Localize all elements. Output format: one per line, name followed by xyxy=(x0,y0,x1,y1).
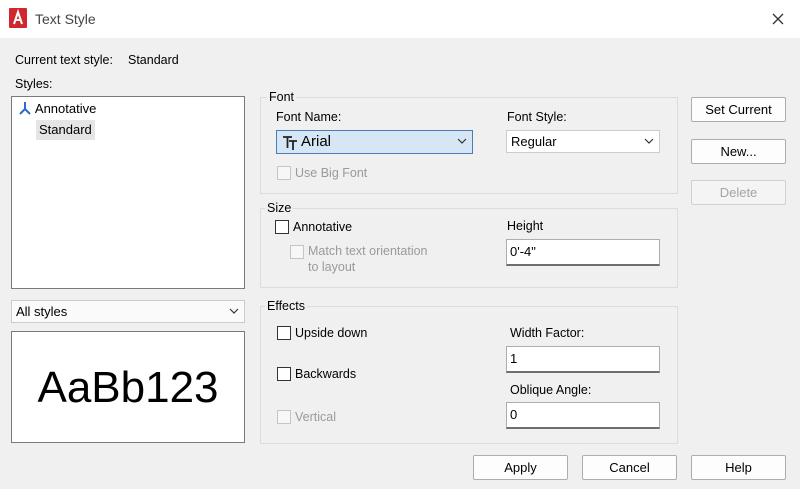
set-current-button[interactable]: Set Current xyxy=(691,97,786,122)
apply-button[interactable]: Apply xyxy=(473,455,568,480)
list-item[interactable]: Standard xyxy=(36,120,95,140)
size-group-title: Size xyxy=(265,201,294,215)
annotative-label: Annotative xyxy=(293,220,353,234)
window-title: Text Style xyxy=(35,11,96,27)
list-item-label: Annotative xyxy=(34,101,97,116)
delete-button[interactable]: Delete xyxy=(691,180,786,205)
upside-down-checkbox[interactable] xyxy=(277,326,291,340)
truetype-font-icon xyxy=(283,136,297,150)
annotative-checkbox[interactable] xyxy=(275,220,289,234)
font-style-label: Font Style: xyxy=(507,110,567,124)
height-input[interactable]: 0'-4" xyxy=(506,239,660,266)
match-orientation-checkbox[interactable] xyxy=(290,245,304,259)
width-factor-input[interactable]: 1 xyxy=(506,346,660,373)
current-style-value: Standard xyxy=(128,53,179,67)
effects-group-title: Effects xyxy=(265,299,307,313)
font-style-value: Regular xyxy=(511,134,557,149)
close-icon[interactable] xyxy=(766,7,790,31)
backwards-checkbox[interactable] xyxy=(277,367,291,381)
autocad-app-icon xyxy=(9,8,27,28)
list-item[interactable]: Annotative xyxy=(18,99,96,119)
chevron-down-icon xyxy=(229,308,239,314)
match-orientation-label-line2: to layout xyxy=(308,260,356,274)
chevron-down-icon xyxy=(644,138,654,144)
cancel-button[interactable]: Cancel xyxy=(582,455,677,480)
new-button[interactable]: New... xyxy=(691,139,786,164)
backwards-label: Backwards xyxy=(295,367,357,381)
height-label: Height xyxy=(507,219,544,233)
use-big-font-checkbox[interactable] xyxy=(277,166,291,180)
upside-down-label: Upside down xyxy=(295,326,368,340)
font-group-title: Font xyxy=(267,90,297,104)
title-bar: Text Style xyxy=(0,0,800,38)
font-style-select[interactable]: Regular xyxy=(506,130,660,153)
width-factor-label: Width Factor: xyxy=(510,326,585,340)
match-orientation-label: Match text orientation xyxy=(308,244,428,258)
styles-filter-value: All styles xyxy=(16,304,68,319)
vertical-label: Vertical xyxy=(295,410,336,424)
oblique-angle-label: Oblique Angle: xyxy=(510,383,592,397)
font-name-label: Font Name: xyxy=(276,110,342,124)
annotative-icon xyxy=(19,102,31,115)
help-button[interactable]: Help xyxy=(691,455,786,480)
list-item-label: Standard xyxy=(39,122,92,137)
styles-label: Styles: xyxy=(15,77,53,91)
font-name-select[interactable]: Arial xyxy=(276,130,473,154)
use-big-font-label: Use Big Font xyxy=(295,166,368,180)
vertical-checkbox[interactable] xyxy=(277,410,291,424)
styles-list[interactable]: Annotative Standard xyxy=(11,96,245,289)
chevron-down-icon xyxy=(457,138,467,144)
styles-filter-select[interactable]: All styles xyxy=(11,300,245,323)
font-name-value: Arial xyxy=(301,133,332,150)
style-preview: AaBb123 xyxy=(11,331,245,443)
oblique-angle-input[interactable]: 0 xyxy=(506,402,660,429)
preview-text: AaBb123 xyxy=(37,363,219,412)
current-style-label: Current text style: xyxy=(15,53,113,67)
